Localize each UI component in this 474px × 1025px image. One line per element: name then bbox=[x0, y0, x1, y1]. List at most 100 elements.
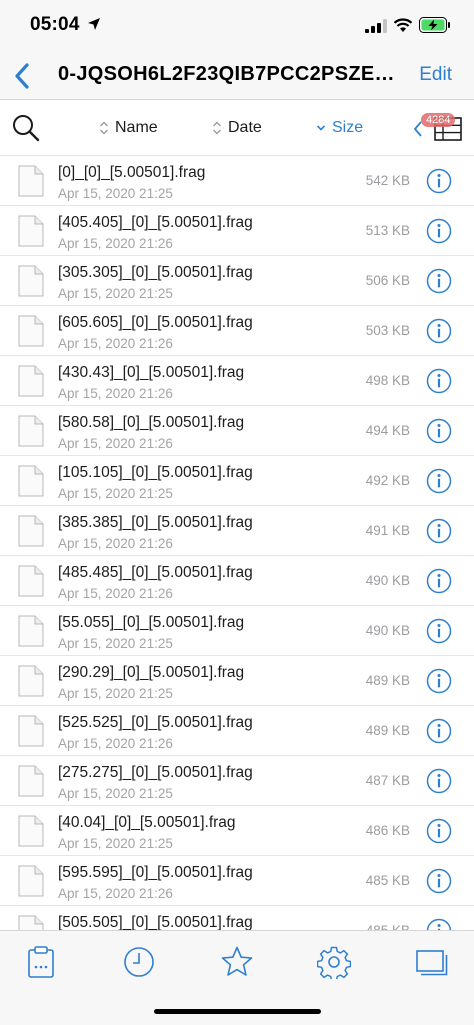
file-date: Apr 15, 2020 21:26 bbox=[58, 886, 173, 901]
info-icon[interactable] bbox=[426, 468, 452, 494]
file-row[interactable]: [40.04]_[0]_[5.00501].frag Apr 15, 2020 2… bbox=[0, 806, 474, 856]
info-icon[interactable] bbox=[426, 318, 452, 344]
file-date: Apr 15, 2020 21:25 bbox=[58, 486, 173, 501]
file-date: Apr 15, 2020 21:25 bbox=[58, 186, 173, 201]
file-date: Apr 15, 2020 21:26 bbox=[58, 436, 173, 451]
file-row[interactable]: [405.405]_[0]_[5.00501].frag Apr 15, 2020… bbox=[0, 206, 474, 256]
info-icon[interactable] bbox=[426, 168, 452, 194]
file-list: [0]_[0]_[5.00501].frag Apr 15, 2020 21:25… bbox=[0, 156, 474, 930]
info-icon[interactable] bbox=[426, 918, 452, 930]
file-size: 490 KB bbox=[365, 573, 410, 588]
file-size: 485 KB bbox=[365, 873, 410, 888]
file-name: [305.305]_[0]_[5.00501].frag bbox=[58, 264, 253, 281]
cellular-signal-icon bbox=[365, 19, 387, 33]
file-size: 492 KB bbox=[365, 473, 410, 488]
file-date: Apr 15, 2020 21:26 bbox=[58, 386, 173, 401]
info-icon[interactable] bbox=[426, 868, 452, 894]
battery-charging-icon bbox=[419, 17, 450, 33]
info-icon[interactable] bbox=[426, 718, 452, 744]
file-date: Apr 15, 2020 21:26 bbox=[58, 536, 173, 551]
document-icon bbox=[18, 815, 44, 847]
info-icon[interactable] bbox=[426, 768, 452, 794]
sort-by-date-button[interactable]: Date bbox=[212, 119, 262, 137]
file-name: [485.485]_[0]_[5.00501].frag bbox=[58, 564, 253, 581]
file-date: Apr 15, 2020 21:25 bbox=[58, 636, 173, 651]
edit-button[interactable]: Edit bbox=[419, 64, 452, 86]
sort-size-label: Size bbox=[332, 119, 364, 136]
info-icon[interactable] bbox=[426, 618, 452, 644]
file-row[interactable]: [580.58]_[0]_[5.00501].frag Apr 15, 2020 … bbox=[0, 406, 474, 456]
info-icon[interactable] bbox=[426, 218, 452, 244]
document-icon bbox=[18, 415, 44, 447]
file-date: Apr 15, 2020 21:26 bbox=[58, 586, 173, 601]
gear-icon[interactable] bbox=[317, 945, 351, 979]
star-icon[interactable] bbox=[220, 945, 254, 979]
wifi-icon bbox=[393, 18, 413, 32]
file-name: [525.525]_[0]_[5.00501].frag bbox=[58, 714, 253, 731]
info-icon[interactable] bbox=[426, 518, 452, 544]
navigation-bar: 0-JQSOH6L2F23QIB7PCC2PSZEAZ... Edit bbox=[0, 50, 474, 100]
search-icon[interactable] bbox=[11, 113, 41, 143]
file-row[interactable]: [105.105]_[0]_[5.00501].frag Apr 15, 2020… bbox=[0, 456, 474, 506]
info-icon[interactable] bbox=[426, 668, 452, 694]
file-row[interactable]: [485.485]_[0]_[5.00501].frag Apr 15, 2020… bbox=[0, 556, 474, 606]
file-row[interactable]: [505.505]_[0]_[5.00501].fragApr 15, 2020… bbox=[0, 906, 474, 930]
clipboard-icon[interactable] bbox=[24, 945, 58, 979]
file-name: [405.405]_[0]_[5.00501].frag bbox=[58, 214, 253, 231]
file-size: 487 KB bbox=[365, 773, 410, 788]
file-size: 486 KB bbox=[365, 823, 410, 838]
info-icon[interactable] bbox=[426, 818, 452, 844]
file-row[interactable]: [55.055]_[0]_[5.00501].frag Apr 15, 2020 … bbox=[0, 606, 474, 656]
clock-icon[interactable] bbox=[122, 945, 156, 979]
file-name: [595.595]_[0]_[5.00501].frag bbox=[58, 864, 253, 881]
document-icon bbox=[18, 565, 44, 597]
file-size: 485 KB bbox=[366, 923, 410, 930]
file-name: [40.04]_[0]_[5.00501].frag bbox=[58, 814, 236, 831]
file-size: 498 KB bbox=[365, 373, 410, 388]
item-count-badge: 4284 bbox=[421, 113, 456, 127]
file-row[interactable]: [0]_[0]_[5.00501].frag Apr 15, 2020 21:25… bbox=[0, 156, 474, 206]
file-date: Apr 15, 2020 21:26 bbox=[58, 236, 173, 251]
file-row[interactable]: [385.385]_[0]_[5.00501].frag Apr 15, 2020… bbox=[0, 506, 474, 556]
sort-by-size-button[interactable]: Size bbox=[316, 119, 363, 137]
info-icon[interactable] bbox=[426, 568, 452, 594]
file-name: [290.29]_[0]_[5.00501].frag bbox=[58, 664, 245, 681]
file-size: 491 KB bbox=[365, 523, 410, 538]
file-size: 542 KB bbox=[365, 173, 410, 188]
file-name: [0]_[0]_[5.00501].frag bbox=[58, 164, 206, 181]
file-row[interactable]: [275.275]_[0]_[5.00501].frag Apr 15, 2020… bbox=[0, 756, 474, 806]
file-date: Apr 15, 2020 21:25 bbox=[58, 786, 173, 801]
back-chevron-icon[interactable] bbox=[12, 62, 32, 90]
file-size: 489 KB bbox=[365, 673, 410, 688]
file-row[interactable]: [525.525]_[0]_[5.00501].frag Apr 15, 2020… bbox=[0, 706, 474, 756]
document-icon bbox=[18, 765, 44, 797]
file-row[interactable]: [290.29]_[0]_[5.00501].frag Apr 15, 2020 … bbox=[0, 656, 474, 706]
document-icon bbox=[18, 715, 44, 747]
file-name: [505.505]_[0]_[5.00501].frag bbox=[58, 914, 253, 930]
sort-updown-icon bbox=[213, 121, 221, 135]
file-name: [580.58]_[0]_[5.00501].frag bbox=[58, 414, 245, 431]
status-time: 05:04 bbox=[30, 14, 80, 35]
file-size: 513 KB bbox=[365, 223, 410, 238]
sort-date-label: Date bbox=[228, 119, 262, 136]
location-arrow-icon bbox=[88, 18, 100, 30]
windows-icon[interactable] bbox=[415, 945, 449, 979]
document-icon bbox=[18, 515, 44, 547]
file-row[interactable]: [305.305]_[0]_[5.00501].frag Apr 15, 2020… bbox=[0, 256, 474, 306]
file-row[interactable]: [430.43]_[0]_[5.00501].frag Apr 15, 2020 … bbox=[0, 356, 474, 406]
file-size: 494 KB bbox=[365, 423, 410, 438]
sort-name-label: Name bbox=[115, 119, 158, 136]
info-icon[interactable] bbox=[426, 368, 452, 394]
folder-title: 0-JQSOH6L2F23QIB7PCC2PSZEAZ... bbox=[58, 63, 408, 85]
file-date: Apr 15, 2020 21:25 bbox=[58, 836, 173, 851]
document-icon bbox=[18, 915, 44, 930]
file-row[interactable]: [605.605]_[0]_[5.00501].frag Apr 15, 2020… bbox=[0, 306, 474, 356]
file-date: Apr 15, 2020 21:25 bbox=[58, 286, 173, 301]
document-icon bbox=[18, 365, 44, 397]
home-indicator bbox=[154, 1009, 321, 1014]
file-row[interactable]: [595.595]_[0]_[5.00501].frag Apr 15, 2020… bbox=[0, 856, 474, 906]
sort-updown-icon bbox=[100, 121, 108, 135]
sort-by-name-button[interactable]: Name bbox=[99, 119, 158, 137]
info-icon[interactable] bbox=[426, 418, 452, 444]
info-icon[interactable] bbox=[426, 268, 452, 294]
